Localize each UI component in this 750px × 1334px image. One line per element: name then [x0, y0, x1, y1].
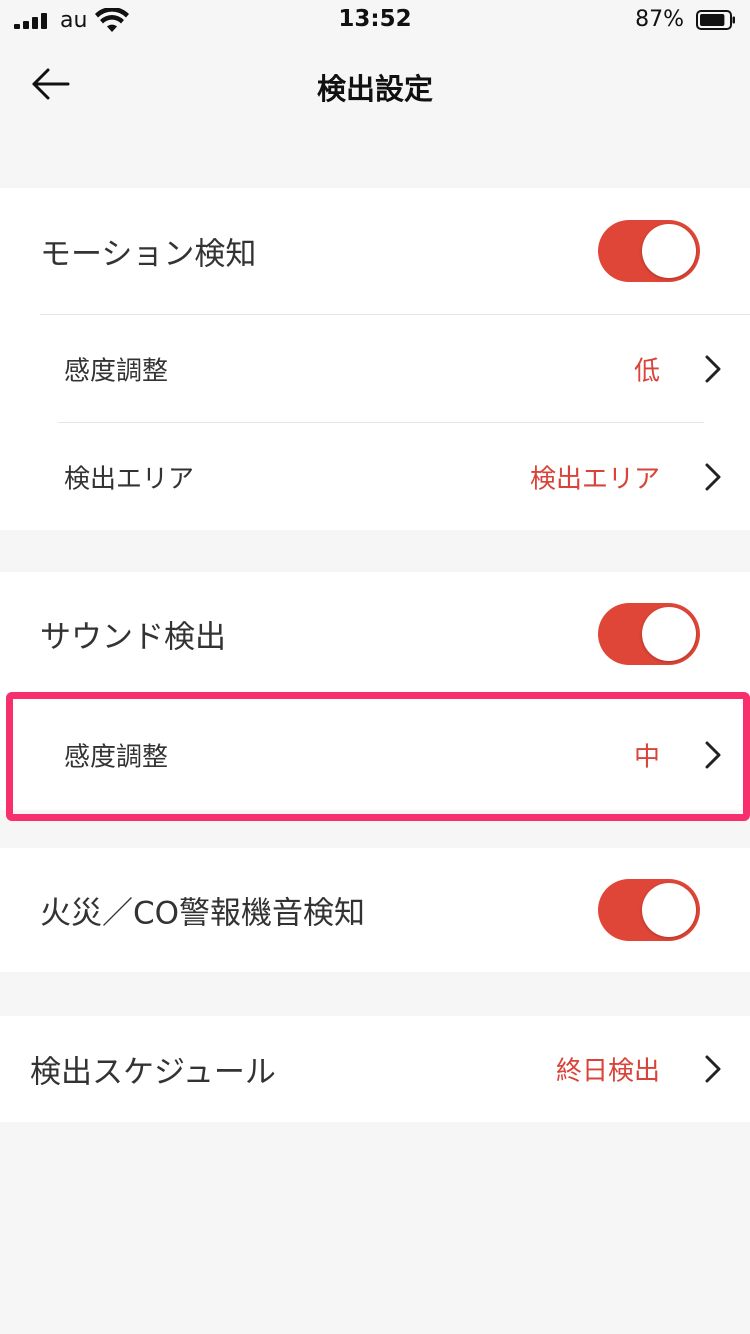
- sound-detection-row: サウンド検出: [0, 572, 750, 696]
- schedule-value: 終日検出: [555, 1056, 660, 1087]
- schedule-row[interactable]: 検出スケジュール 終日検出: [0, 1016, 750, 1122]
- battery-icon: [696, 10, 735, 30]
- motion-section: モーション検知 感度調整 低 検出エリア 検出エリア: [0, 188, 750, 530]
- motion-area-row[interactable]: 検出エリア 検出エリア: [0, 423, 750, 530]
- schedule-section: 検出スケジュール 終日検出: [0, 1016, 750, 1122]
- alarm-section: 火災／CO警報機音検知: [0, 848, 750, 972]
- battery-percentage: 87%: [635, 7, 684, 32]
- toggle-knob: [642, 224, 696, 278]
- toggle-knob: [642, 607, 696, 661]
- navigation-bar: 検出設定: [0, 40, 750, 130]
- sound-sensitivity-label: 感度調整: [64, 742, 169, 773]
- motion-detection-row: モーション検知: [0, 188, 750, 314]
- motion-detection-toggle[interactable]: [598, 220, 700, 282]
- sound-detection-label: サウンド検出: [40, 619, 226, 656]
- motion-detection-label: モーション検知: [40, 236, 257, 273]
- motion-sensitivity-label: 感度調整: [64, 356, 169, 386]
- toggle-knob: [642, 883, 696, 937]
- sound-detection-toggle[interactable]: [598, 603, 700, 665]
- alarm-detection-label: 火災／CO警報機音検知: [40, 895, 366, 932]
- motion-sensitivity-row[interactable]: 感度調整 低: [0, 315, 750, 422]
- chevron-right-icon: [705, 463, 721, 490]
- motion-area-value: 検出エリア: [529, 464, 660, 494]
- motion-sensitivity-value: 低: [633, 356, 660, 386]
- alarm-detection-row: 火災／CO警報機音検知: [0, 848, 750, 972]
- sound-section: サウンド検出 感度調整 中: [0, 572, 750, 810]
- chevron-right-icon: [705, 355, 721, 382]
- chevron-right-icon: [705, 1055, 721, 1083]
- chevron-right-icon: [705, 741, 721, 769]
- status-bar: au 13:52 87%: [0, 0, 750, 40]
- page-title: 検出設定: [316, 72, 433, 106]
- motion-area-label: 検出エリア: [64, 464, 195, 494]
- schedule-label: 検出スケジュール: [30, 1054, 276, 1091]
- sound-sensitivity-row[interactable]: 感度調整 中: [0, 700, 750, 810]
- sound-sensitivity-value: 中: [633, 742, 660, 773]
- alarm-detection-toggle[interactable]: [598, 879, 700, 941]
